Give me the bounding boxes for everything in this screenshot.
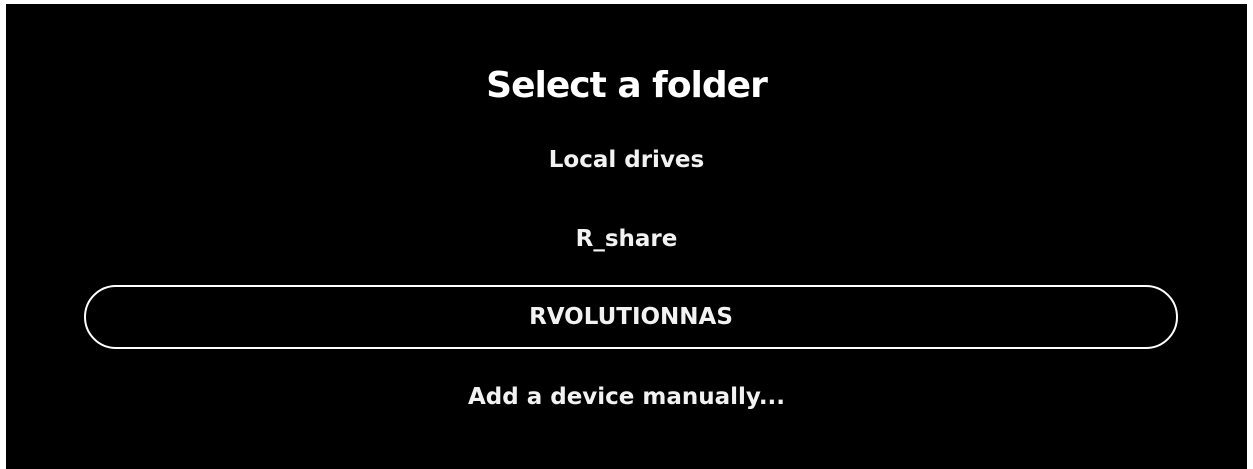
menu-item-local-drives[interactable]: Local drives	[6, 140, 1247, 180]
menu-item-r-share[interactable]: R_share	[6, 219, 1247, 259]
folder-select-screen: Select a folder Local drives R_share RVO…	[6, 4, 1247, 469]
menu-item-rvolutionnas-selected[interactable]: RVOLUTIONNAS	[84, 285, 1178, 349]
dialog-title: Select a folder	[486, 65, 768, 106]
menu-item-add-device-manually[interactable]: Add a device manually...	[6, 377, 1247, 417]
